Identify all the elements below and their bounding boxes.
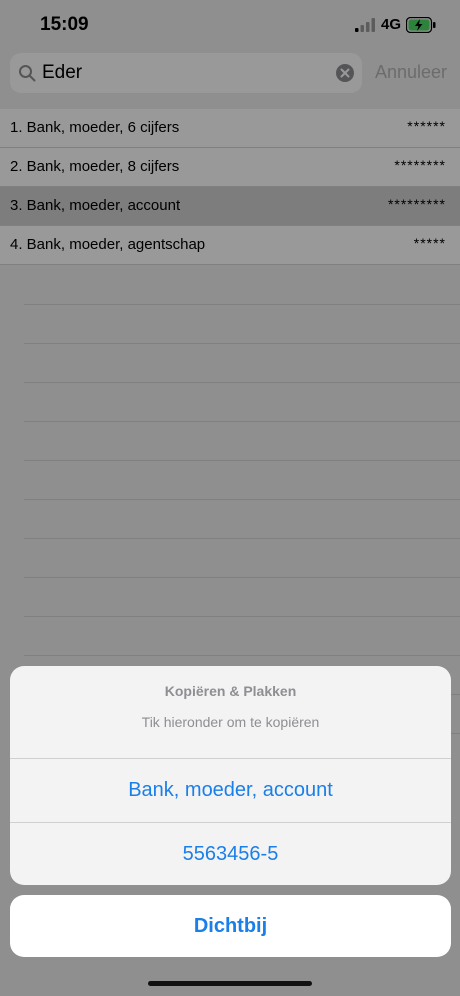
close-button[interactable]: Dichtbij bbox=[10, 895, 451, 957]
home-indicator bbox=[148, 981, 312, 986]
sheet-title: Kopiëren & Plakken bbox=[164, 683, 297, 699]
copy-action-sheet: Kopiëren & Plakken Tik hieronder om te k… bbox=[10, 666, 451, 885]
copy-name-button[interactable]: Bank, moeder, account bbox=[10, 759, 451, 823]
sheet-subtitle: Tik hieronder om te kopiëren bbox=[141, 714, 320, 730]
copy-value-button[interactable]: 5563456-5 bbox=[10, 823, 451, 885]
sheet-header bbox=[10, 666, 451, 759]
